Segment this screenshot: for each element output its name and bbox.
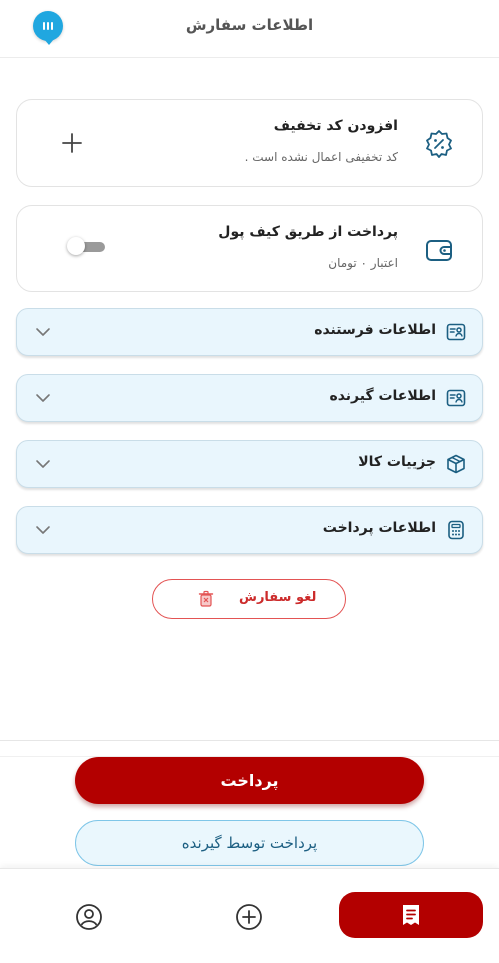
receiver-info-label: اطلاعات گیرنده <box>329 388 436 404</box>
payment-info-label: اطلاعات پرداخت <box>322 520 436 536</box>
wallet-title: پرداخت از طریق کیف پول <box>218 224 398 240</box>
pay-by-receiver-button[interactable]: پرداخت توسط گیرنده <box>75 820 424 866</box>
app-header: اطلاعات سفارش <box>0 0 499 58</box>
item-details-section[interactable]: جزییات کالا <box>16 440 483 488</box>
bottom-navigation <box>0 868 499 963</box>
chevron-down-icon <box>36 460 50 468</box>
chevron-down-icon <box>36 526 50 534</box>
id-card-icon <box>446 323 466 341</box>
add-discount-icon[interactable] <box>61 132 83 154</box>
sender-info-section[interactable]: اطلاعات فرستنده <box>16 308 483 356</box>
sender-info-label: اطلاعات فرستنده <box>314 322 436 338</box>
orders-icon <box>403 905 419 925</box>
page-title: اطلاعات سفارش <box>185 16 314 34</box>
chevron-down-icon <box>36 328 50 336</box>
payment-info-section[interactable]: اطلاعات پرداخت <box>16 506 483 554</box>
wallet-payment-card: پرداخت از طریق کیف پول اعتبار ۰ تومان <box>16 205 483 292</box>
discount-status: کد تخفیفی اعمال نشده است . <box>244 150 398 164</box>
id-card-icon <box>446 389 466 407</box>
cancel-order-label: لغو سفارش <box>239 590 317 605</box>
orders-tab[interactable] <box>339 892 483 938</box>
trash-icon <box>198 590 214 607</box>
item-details-label: جزییات کالا <box>358 454 436 470</box>
add-order-icon[interactable] <box>235 903 263 931</box>
toggle-knob <box>67 237 85 255</box>
calculator-icon <box>448 520 464 540</box>
package-icon <box>447 454 465 474</box>
divider <box>0 740 499 741</box>
wallet-toggle[interactable] <box>67 237 105 255</box>
discount-badge-icon <box>426 130 452 158</box>
pay-button[interactable]: پرداخت <box>75 757 424 804</box>
discount-title: افزودن کد تخفیف <box>273 118 398 134</box>
receiver-info-section[interactable]: اطلاعات گیرنده <box>16 374 483 422</box>
wallet-balance: اعتبار ۰ تومان <box>328 256 398 270</box>
profile-icon[interactable] <box>75 903 103 931</box>
cancel-order-button[interactable]: لغو سفارش <box>152 579 346 619</box>
discount-code-card[interactable]: افزودن کد تخفیف کد تخفیفی اعمال نشده است… <box>16 99 483 187</box>
chevron-down-icon <box>36 394 50 402</box>
wallet-icon <box>426 240 452 261</box>
